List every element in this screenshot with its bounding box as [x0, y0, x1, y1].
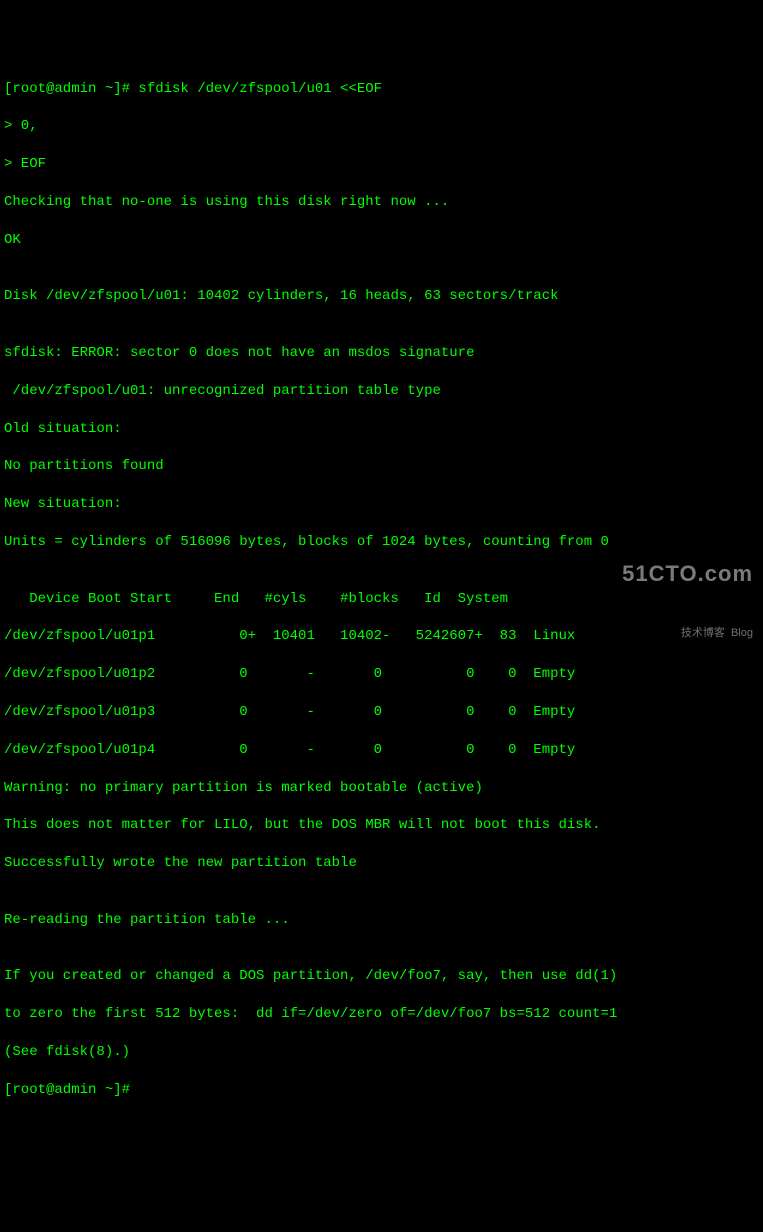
terminal-line-output: If you created or changed a DOS partitio…	[4, 967, 759, 986]
watermark-domain: 51CTO.com	[622, 559, 753, 589]
terminal-prompt[interactable]: [root@admin ~]#	[4, 1081, 759, 1100]
terminal-line-output: (See fdisk(8).)	[4, 1043, 759, 1062]
terminal-line-heading: New situation:	[4, 495, 759, 514]
terminal-line-command: [root@admin ~]# sfdisk /dev/zfspool/u01 …	[4, 80, 759, 99]
terminal-line-output: Checking that no-one is using this disk …	[4, 193, 759, 212]
terminal-line-output: Re-reading the partition table ...	[4, 911, 759, 930]
terminal-line-output: OK	[4, 231, 759, 250]
terminal-table-row: /dev/zfspool/u01p4 0 - 0 0 0 Empty	[4, 741, 759, 760]
watermark: 51CTO.com 技术博客 Blog	[622, 521, 753, 660]
terminal-line-diskinfo: Disk /dev/zfspool/u01: 10402 cylinders, …	[4, 287, 759, 306]
terminal-line-output: to zero the first 512 bytes: dd if=/dev/…	[4, 1005, 759, 1024]
terminal-line-heredoc: > 0,	[4, 117, 759, 136]
terminal-table-row: /dev/zfspool/u01p2 0 - 0 0 0 Empty	[4, 665, 759, 684]
terminal-line-error: sfdisk: ERROR: sector 0 does not have an…	[4, 344, 759, 363]
terminal-line-output: No partitions found	[4, 457, 759, 476]
terminal-line-output: This does not matter for LILO, but the D…	[4, 816, 759, 835]
watermark-tagline: 技术博客 Blog	[622, 626, 753, 641]
terminal-line-success: Successfully wrote the new partition tab…	[4, 854, 759, 873]
terminal-table-row: /dev/zfspool/u01p3 0 - 0 0 0 Empty	[4, 703, 759, 722]
terminal-line-heredoc: > EOF	[4, 155, 759, 174]
terminal-line-warning: Warning: no primary partition is marked …	[4, 779, 759, 798]
terminal-line-error: /dev/zfspool/u01: unrecognized partition…	[4, 382, 759, 401]
terminal-line-heading: Old situation:	[4, 420, 759, 439]
